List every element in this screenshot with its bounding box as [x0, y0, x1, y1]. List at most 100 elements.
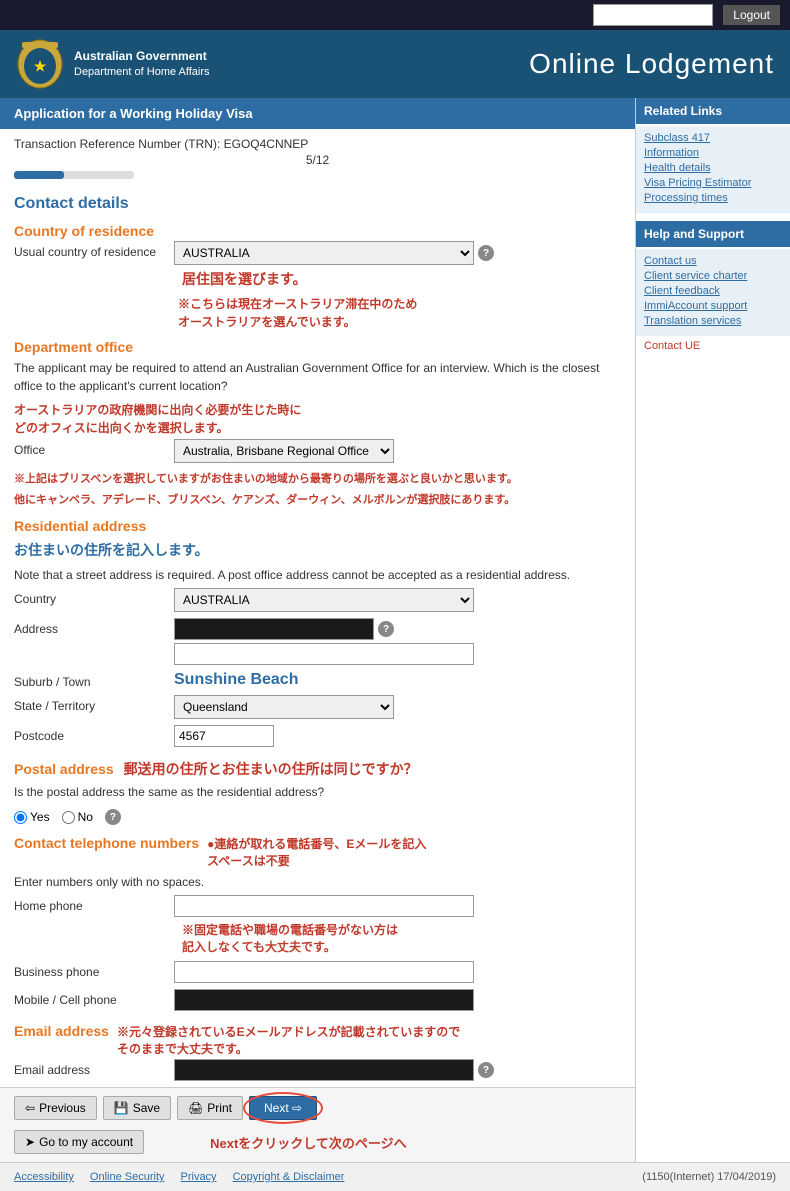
contact-tel-annotation: ●連絡が取れる電話番号、Eメールを記入 スペースは不要 [207, 835, 426, 869]
email-form: Email address ? [0, 1059, 635, 1081]
sidebar-link-contact-us[interactable]: Contact us [644, 255, 782, 267]
res-address-label: Address [14, 618, 174, 636]
email-header: Email address ※元々登録されているEメールアドレスが記載されていま… [0, 1017, 635, 1059]
res-country-label: Country [14, 588, 174, 606]
contact-tel-form: Home phone ※固定電話や職場の電話番号がない方は 記入しなくても大丈夫… [0, 895, 635, 1011]
dept-annotation1: オーストラリアの政府機関に出向く必要が生じた時に どのオフィスに出向くかを選択し… [0, 401, 635, 437]
home-phone-annotation: ※固定電話や職場の電話番号がない方は 記入しなくても大丈夫です。 [182, 921, 398, 955]
country-help-icon[interactable]: ? [478, 245, 494, 261]
previous-button[interactable]: ⇦ Previous [14, 1096, 97, 1120]
state-control: Queensland [174, 695, 621, 719]
app-title-bar: Application for a Working Holiday Visa [0, 98, 635, 129]
sidebar-link-client-feedback[interactable]: Client feedback [644, 285, 782, 297]
next-icon: ⇨ [292, 1101, 302, 1115]
contact-details-title: Contact details [0, 187, 635, 217]
sidebar-link-immiaccount[interactable]: ImmiAccount support [644, 300, 782, 312]
related-links-title: Related Links [636, 98, 790, 124]
footer-link-online-security[interactable]: Online Security [90, 1171, 165, 1183]
res-country-select[interactable]: AUSTRALIA [174, 588, 474, 612]
country-residence-row: Usual country of residence AUSTRALIA ? 居… [14, 241, 621, 289]
content-area: Application for a Working Holiday Visa T… [0, 98, 635, 1162]
res-address-row: Address ? [14, 618, 621, 665]
state-label: State / Territory [14, 695, 174, 713]
footer-link-copyright[interactable]: Copyright & Disclaimer [233, 1171, 345, 1183]
main-container: Application for a Working Holiday Visa T… [0, 98, 790, 1162]
email-input[interactable] [174, 1059, 474, 1081]
suburb-value: Sunshine Beach [174, 671, 298, 689]
sidebar-link-visa-pricing[interactable]: Visa Pricing Estimator [644, 177, 782, 189]
postal-desc: Is the postal address the same as the re… [0, 781, 635, 805]
res-country-row: Country AUSTRALIA [14, 588, 621, 612]
country-residence-control: AUSTRALIA ? 居住国を選びます。 [174, 241, 621, 289]
postal-help-icon[interactable]: ? [105, 809, 121, 825]
postal-yes-radio[interactable] [14, 811, 27, 824]
postcode-input[interactable] [174, 725, 274, 747]
footer-link-privacy[interactable]: Privacy [181, 1171, 217, 1183]
res-address-control: ? [174, 618, 621, 665]
sidebar-link-information[interactable]: Information [644, 147, 782, 159]
country-annotation: 居住国を選びます。 [182, 269, 307, 289]
suburb-control: Sunshine Beach [174, 671, 621, 689]
postal-radio-group: Yes No ? [14, 805, 621, 829]
country-residence-label: Usual country of residence [14, 241, 174, 259]
footer-link-accessibility[interactable]: Accessibility [14, 1171, 74, 1183]
next-btn-wrapper: Next ⇨ [249, 1096, 317, 1120]
svg-text:★: ★ [34, 58, 47, 74]
country-of-residence-title: Country of residence [0, 217, 635, 241]
sidebar-link-processing[interactable]: Processing times [644, 192, 782, 204]
business-phone-control [174, 961, 621, 983]
home-phone-input[interactable] [174, 895, 474, 917]
country-annotation2: ※こちらは現在オーストラリア滞在中のため オーストラリアを選んでいます。 [178, 295, 621, 331]
address-help-icon[interactable]: ? [378, 621, 394, 637]
residential-address-form: Country AUSTRALIA Address ? [0, 588, 635, 747]
coat-of-arms-icon: ★ [16, 38, 64, 90]
postal-no-label[interactable]: No [62, 810, 93, 824]
logout-button[interactable]: Logout [723, 5, 780, 25]
email-row: Email address ? [14, 1059, 621, 1081]
next-button[interactable]: Next ⇨ [249, 1096, 317, 1120]
home-phone-control: ※固定電話や職場の電話番号がない方は 記入しなくても大丈夫です。 [174, 895, 621, 955]
postal-yes-label[interactable]: Yes [14, 810, 50, 824]
postal-annotation: 郵送用の住所とお住まいの住所は同じですか？ [124, 759, 418, 779]
mobile-phone-label: Mobile / Cell phone [14, 989, 174, 1007]
state-row: State / Territory Queensland [14, 695, 621, 719]
business-phone-label: Business phone [14, 961, 174, 979]
sidebar-link-health[interactable]: Health details [644, 162, 782, 174]
address-line1-input[interactable] [174, 618, 374, 640]
page-title: Online Lodgement [529, 48, 774, 80]
address-line2-input[interactable] [174, 643, 474, 665]
country-residence-select[interactable]: AUSTRALIA [174, 241, 474, 265]
save-icon: 💾 [114, 1101, 129, 1115]
gov-text: Australian Government Department of Home… [74, 48, 210, 80]
postcode-row: Postcode [14, 725, 621, 747]
home-phone-row: Home phone ※固定電話や職場の電話番号がない方は 記入しなくても大丈夫… [14, 895, 621, 955]
action-row-1: ⇦ Previous 💾 Save 🖨 Print Next ⇨ [14, 1096, 621, 1120]
email-help-icon[interactable]: ? [478, 1062, 494, 1078]
gov-line2: Department of Home Affairs [74, 65, 210, 80]
go-to-account-button[interactable]: ➤ Go to my account [14, 1130, 144, 1154]
department-office-title: Department office [0, 333, 635, 357]
top-bar-input[interactable] [593, 4, 713, 26]
contact-tel-desc: Enter numbers only with no spaces. [0, 871, 635, 895]
state-select[interactable]: Queensland [174, 695, 394, 719]
suburb-row: Suburb / Town Sunshine Beach [14, 671, 621, 689]
footer-info: (1150(Internet) 17/04/2019) [642, 1171, 776, 1183]
sidebar-link-client-service[interactable]: Client service charter [644, 270, 782, 282]
postcode-label: Postcode [14, 725, 174, 743]
postal-no-radio[interactable] [62, 811, 75, 824]
action-bar: ⇦ Previous 💾 Save 🖨 Print Next ⇨ [0, 1087, 635, 1162]
sidebar: Related Links Subclass 417 Information H… [635, 98, 790, 1162]
top-bar: Logout [0, 0, 790, 30]
office-select[interactable]: Australia, Brisbane Regional Office [174, 439, 394, 463]
sidebar-link-subclass417[interactable]: Subclass 417 [644, 132, 782, 144]
save-button[interactable]: 💾 Save [103, 1096, 171, 1120]
gov-line1: Australian Government [74, 48, 210, 65]
office-annotation3: ※上記はブリスベンを選択していますがお住まいの地域から最寄りの場所を選ぶと良いか… [0, 469, 635, 490]
sidebar-link-translation[interactable]: Translation services [644, 315, 782, 327]
mobile-phone-input[interactable] [174, 989, 474, 1011]
email-title: Email address [14, 1023, 109, 1039]
print-button[interactable]: 🖨 Print [177, 1096, 243, 1120]
business-phone-input[interactable] [174, 961, 474, 983]
postal-address-title: Postal address [14, 761, 114, 777]
footer: Accessibility Online Security Privacy Co… [0, 1162, 790, 1191]
